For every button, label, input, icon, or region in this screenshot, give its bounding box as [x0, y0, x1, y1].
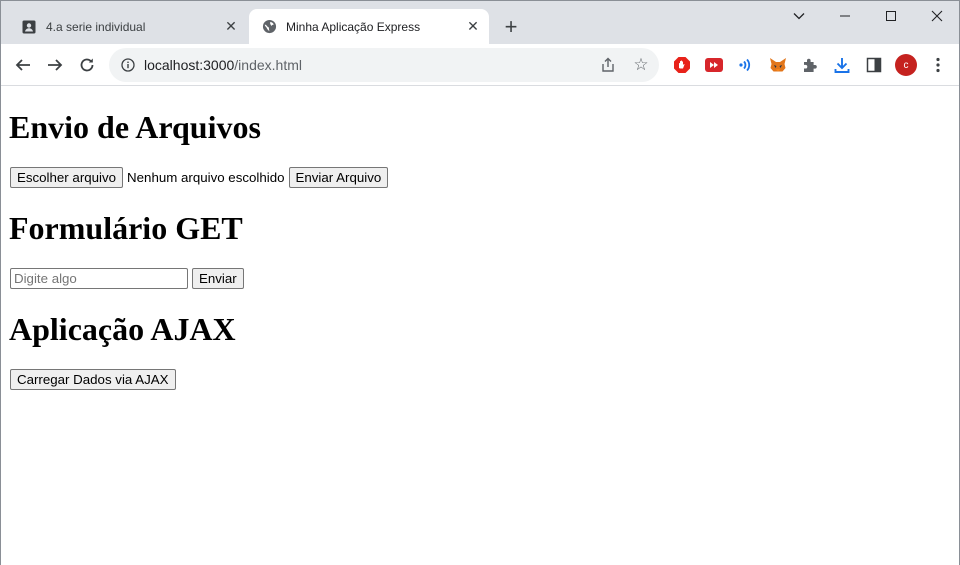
search-input[interactable]	[10, 268, 188, 289]
metamask-fox-icon[interactable]	[768, 55, 788, 75]
download-icon[interactable]	[832, 55, 852, 75]
globe-icon	[261, 19, 277, 35]
profile-avatar[interactable]: c	[895, 54, 917, 76]
upload-heading: Envio de Arquivos	[9, 109, 261, 145]
upload-submit-button[interactable]: Enviar Arquivo	[288, 167, 389, 188]
side-panel-icon[interactable]	[864, 55, 884, 75]
tab-strip: 4.a serie individual ✕ Minha Aplicação E…	[1, 1, 959, 44]
choose-file-button[interactable]: Escolher arquivo	[10, 167, 124, 188]
share-icon[interactable]	[599, 56, 617, 74]
close-tab-icon[interactable]: ✕	[221, 17, 241, 37]
get-form-heading: Formulário GET	[9, 210, 243, 246]
upload-form: Escolher arquivo Nenhum arquivo escolhid…	[10, 167, 389, 188]
ajax-section: Carregar Dados via AJAX	[10, 369, 176, 390]
ajax-heading: Aplicação AJAX	[9, 311, 236, 347]
bookmark-star-icon[interactable]: ☆	[631, 55, 651, 75]
address-host: localhost:3000	[144, 57, 235, 73]
window-close-icon[interactable]	[919, 1, 955, 31]
tab-serie-individual[interactable]: 4.a serie individual ✕	[9, 9, 247, 44]
minimize-icon[interactable]	[827, 1, 863, 31]
reload-icon[interactable]	[73, 51, 101, 79]
close-tab-icon[interactable]: ✕	[463, 17, 483, 37]
read-aloud-extension-icon[interactable]	[736, 55, 756, 75]
address-url: localhost:3000/index.html	[144, 57, 302, 73]
back-arrow-icon[interactable]	[9, 51, 37, 79]
no-file-label: Nenhum arquivo escolhido	[127, 170, 285, 185]
adblock-extension-icon[interactable]	[672, 55, 692, 75]
extensions-puzzle-icon[interactable]	[800, 55, 820, 75]
load-ajax-button[interactable]: Carregar Dados via AJAX	[10, 369, 176, 390]
browser-toolbar: localhost:3000/index.html ☆ c	[1, 44, 959, 86]
forward-arrow-icon[interactable]	[41, 51, 69, 79]
tab-title: 4.a serie individual	[46, 19, 146, 34]
video-speed-extension-icon[interactable]	[704, 55, 724, 75]
tab-title: Minha Aplicação Express	[286, 19, 421, 34]
contact-card-icon	[21, 19, 37, 35]
more-menu-icon[interactable]	[929, 55, 947, 75]
address-bar[interactable]: localhost:3000/index.html ☆	[109, 48, 659, 82]
page-content: Envio de Arquivos Escolher arquivo Nenhu…	[1, 87, 959, 565]
get-submit-button[interactable]: Enviar	[192, 268, 244, 289]
address-path: /index.html	[234, 57, 302, 73]
tab-minha-aplicacao[interactable]: Minha Aplicação Express ✕	[249, 9, 489, 44]
get-form: Enviar	[10, 268, 244, 289]
chevron-down-icon[interactable]	[785, 1, 813, 31]
info-icon[interactable]	[119, 56, 137, 74]
new-tab-button[interactable]: +	[499, 15, 523, 39]
maximize-icon[interactable]	[873, 1, 909, 31]
